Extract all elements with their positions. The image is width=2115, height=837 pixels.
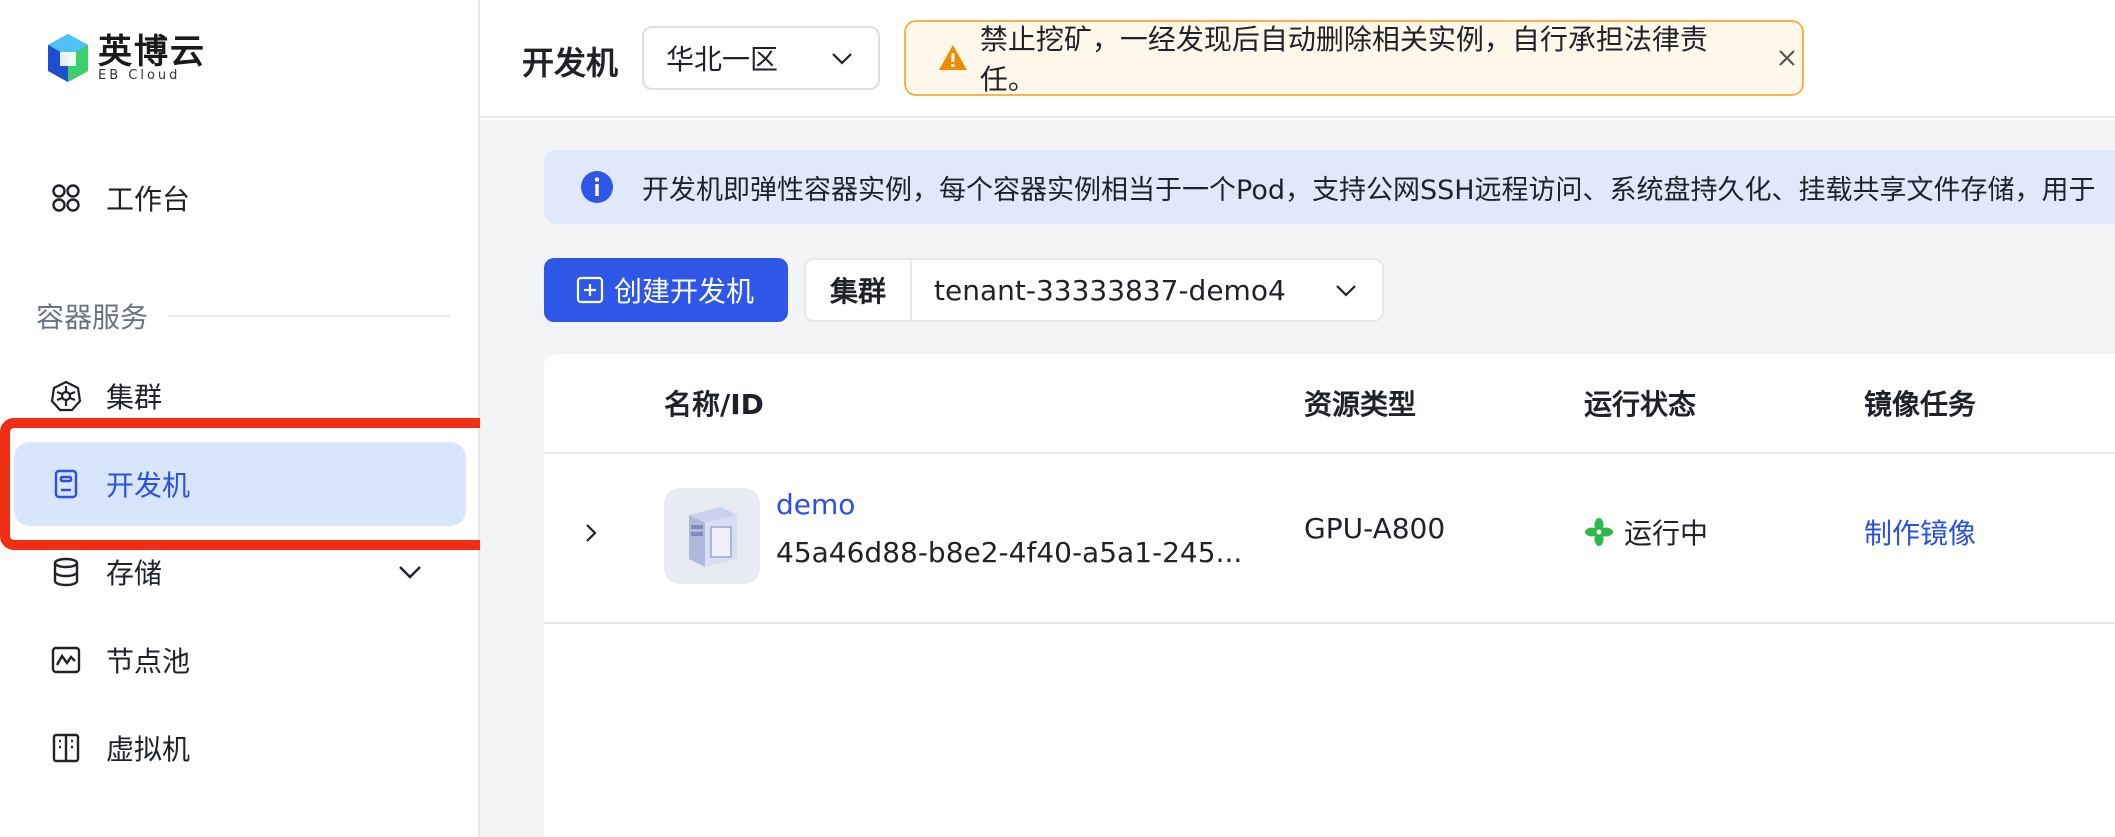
create-devbox-button[interactable]: 创建开发机 xyxy=(544,258,788,322)
database-icon xyxy=(50,556,82,588)
page-title: 开发机 xyxy=(522,44,619,82)
kubernetes-icon xyxy=(50,380,82,412)
vm-icon xyxy=(50,732,82,764)
workspace-icon xyxy=(50,182,82,214)
cluster-label: 集群 xyxy=(806,260,912,320)
region-select[interactable]: 华北一区 xyxy=(642,26,880,90)
server-thumbnail xyxy=(664,488,760,584)
column-header-name: 名称/ID xyxy=(664,388,764,421)
section-title-text: 容器服务 xyxy=(36,301,149,334)
warning-text: 禁止挖矿，一经发现后自动删除相关实例，自行承担法律责任。 xyxy=(979,23,1708,96)
chevron-down-icon[interactable] xyxy=(394,556,426,588)
make-image-link[interactable]: 制作镜像 xyxy=(1864,512,1976,552)
column-header-image-task: 镜像任务 xyxy=(1864,388,1977,421)
sidebar-item-label: 集群 xyxy=(106,381,163,414)
status-text: 运行中 xyxy=(1624,517,1709,550)
sidebar: 英博云 EB Cloud 工作台 容器服务 集群 开发机 存储 节点池 虚拟机 xyxy=(0,0,496,837)
cluster-value: tenant-33333837-demo4 xyxy=(934,273,1286,307)
logo-mark-icon xyxy=(48,34,88,82)
column-header-status: 运行状态 xyxy=(1584,388,1697,421)
row-divider xyxy=(544,622,2115,624)
sidebar-item-label: 节点池 xyxy=(106,645,191,678)
info-banner: 开发机即弹性容器实例，每个容器实例相当于一个Pod，支持公网SSH远程访问、系统… xyxy=(544,150,2115,224)
warning-banner: 禁止挖矿，一经发现后自动删除相关实例，自行承担法律责任。 xyxy=(904,20,1804,96)
header-divider xyxy=(544,452,2115,454)
server-icon xyxy=(689,507,737,567)
devbox-id: 45a46d88-b8e2-4f40-a5a1-245... xyxy=(776,536,1243,569)
plus-square-icon xyxy=(576,276,604,304)
sidebar-item-vm[interactable]: 虚拟机 xyxy=(14,706,466,790)
top-header: 开发机 华北一区 禁止挖矿，一经发现后自动删除相关实例，自行承担法律责任。 xyxy=(480,0,2115,118)
devbox-table: 名称/ID 资源类型 运行状态 镜像任务 demo 45a46d88-b8e2-… xyxy=(544,354,2115,837)
devbox-name-link[interactable]: demo xyxy=(776,488,855,521)
section-title: 容器服务 xyxy=(36,296,450,336)
logo[interactable]: 英博云 EB Cloud xyxy=(46,32,206,84)
sidebar-item-label: 虚拟机 xyxy=(106,733,191,766)
section-divider xyxy=(168,315,450,317)
chevron-right-icon[interactable] xyxy=(578,520,604,546)
chevron-down-icon xyxy=(832,53,852,65)
info-icon xyxy=(581,171,613,203)
highlight-annotation xyxy=(0,418,496,550)
warning-icon xyxy=(938,45,967,70)
close-icon[interactable] xyxy=(1772,43,1802,73)
sidebar-item-label: 工作台 xyxy=(106,183,191,216)
sidebar-item-node-pool[interactable]: 节点池 xyxy=(14,618,466,702)
info-text: 开发机即弹性容器实例，每个容器实例相当于一个Pod，支持公网SSH远程访问、系统… xyxy=(642,174,2096,206)
status-cell: 运行中 xyxy=(1584,512,1708,552)
chevron-down-icon xyxy=(1336,285,1356,297)
logo-text-cn: 英博云 xyxy=(98,32,206,72)
column-header-resource: 资源类型 xyxy=(1304,388,1417,421)
cluster-select[interactable]: 集群 tenant-33333837-demo4 xyxy=(804,258,1384,322)
logo-text-en: EB Cloud xyxy=(98,68,181,83)
resource-type-cell: GPU-A800 xyxy=(1304,512,1446,545)
main-content: 开发机即弹性容器实例，每个容器实例相当于一个Pod，支持公网SSH远程访问、系统… xyxy=(480,120,2115,837)
node-pool-icon xyxy=(50,644,82,676)
sidebar-item-label: 存储 xyxy=(106,557,163,590)
running-status-icon xyxy=(1585,518,1613,546)
sidebar-item-workspace[interactable]: 工作台 xyxy=(14,156,466,240)
region-value: 华北一区 xyxy=(666,43,779,76)
create-button-label: 创建开发机 xyxy=(614,275,755,308)
